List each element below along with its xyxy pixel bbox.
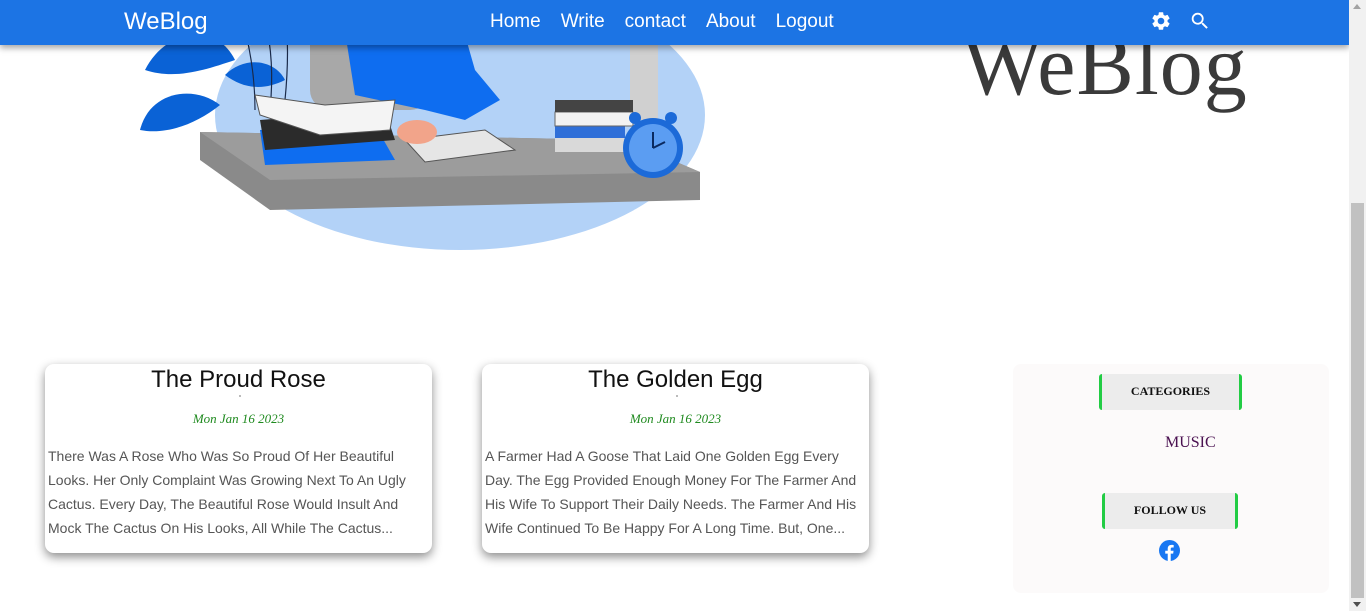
nav-links: Home Write contact About Logout (490, 11, 834, 33)
nav-write[interactable]: Write (561, 11, 605, 33)
title-divider (675, 395, 678, 397)
facebook-icon[interactable] (1159, 540, 1180, 561)
nav-contact[interactable]: contact (625, 11, 686, 33)
post-card[interactable]: The Proud Rose Mon Jan 16 2023 There Was… (45, 364, 432, 553)
scroll-thumb[interactable] (1351, 203, 1364, 598)
navbar: WeBlog Home Write contact About Logout (0, 0, 1349, 45)
sidebar: CATEGORIES MUSIC FOLLOW US (1013, 364, 1329, 593)
brand-logo[interactable]: WeBlog (124, 8, 208, 36)
post-date: Mon Jan 16 2023 (192, 411, 285, 426)
categories-heading: CATEGORIES (1099, 374, 1242, 410)
post-date: Mon Jan 16 2023 (629, 411, 722, 426)
post-card[interactable]: The Golden Egg Mon Jan 16 2023 A Farmer … (482, 364, 869, 553)
post-title[interactable]: The Proud Rose (45, 366, 432, 394)
nav-logout[interactable]: Logout (776, 11, 834, 33)
scroll-up-arrow-icon[interactable] (1353, 4, 1361, 9)
nav-about[interactable]: About (706, 11, 756, 33)
post-excerpt: There Was A Rose Who Was So Proud Of Her… (48, 448, 406, 536)
category-link-music[interactable]: MUSIC (1165, 434, 1216, 452)
scrollbar[interactable] (1349, 0, 1366, 611)
title-divider (238, 395, 241, 397)
scroll-down-arrow-icon[interactable] (1353, 602, 1361, 607)
post-title[interactable]: The Golden Egg (482, 366, 869, 394)
search-icon[interactable] (1189, 10, 1211, 32)
gear-icon[interactable] (1150, 10, 1172, 32)
follow-us-heading: FOLLOW US (1102, 493, 1238, 529)
post-excerpt: A Farmer Had A Goose That Laid One Golde… (485, 448, 857, 536)
nav-home[interactable]: Home (490, 11, 541, 33)
